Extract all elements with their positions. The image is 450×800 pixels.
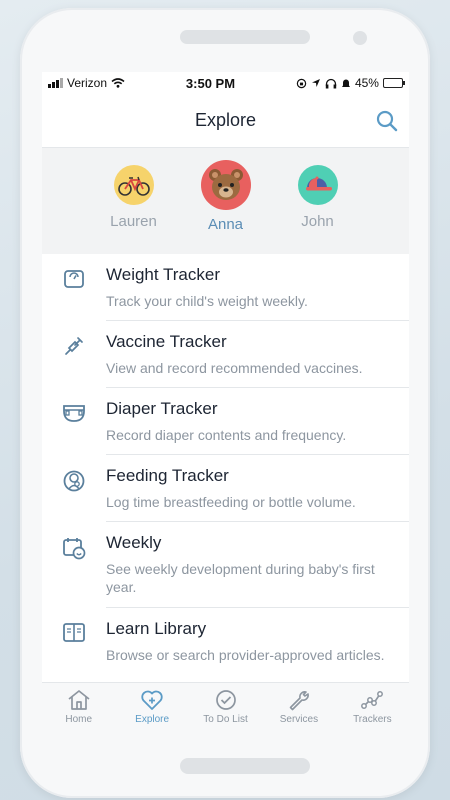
list-item-feeding-tracker[interactable]: Feeding Tracker Log time breastfeeding o… (42, 455, 409, 522)
tab-trackers[interactable]: Trackers (336, 683, 409, 732)
tab-home[interactable]: Home (42, 683, 115, 732)
tab-label: Explore (135, 714, 170, 725)
wrench-icon (289, 691, 309, 711)
page-title: Explore (194, 110, 257, 130)
tab-label: Services (279, 714, 319, 725)
item-description: Track your child's weight weekly. (106, 293, 308, 309)
list-item-vaccine-tracker[interactable]: Vaccine Tracker View and record recommen… (42, 321, 409, 388)
profile-name: Anna (207, 216, 244, 233)
battery-percent: 45% (354, 76, 379, 90)
profile-lauren[interactable]: Lauren (96, 160, 172, 254)
wifi-icon (111, 78, 125, 88)
bottom-tab-bar: Home Explore To Do List Services Tracker… (42, 682, 409, 732)
heart-plus-icon (141, 690, 163, 710)
bear-icon (208, 169, 243, 200)
item-description: View and record recommended vaccines. (106, 360, 363, 376)
home-icon (68, 690, 90, 710)
avatar (200, 160, 251, 210)
search-icon[interactable] (375, 109, 399, 133)
alarm-icon (341, 79, 350, 87)
item-description: Log time breastfeeding or bottle volume. (106, 494, 356, 510)
check-circle-icon (215, 690, 236, 710)
location-icon (311, 79, 320, 87)
diaper-icon (63, 405, 85, 422)
headphones-icon (325, 78, 337, 88)
item-title: Learn Library (106, 619, 207, 638)
avatar (113, 165, 154, 205)
scale-icon (64, 270, 84, 288)
signal-icon (48, 78, 63, 88)
phone-home-button[interactable] (180, 758, 310, 774)
list-item-weight-tracker[interactable]: Weight Tracker Track your child's weight… (42, 254, 409, 321)
tab-label: To Do List (203, 714, 248, 725)
tab-services[interactable]: Services (262, 683, 335, 732)
status-bar: Verizon 3:50 PM 45% (42, 72, 409, 94)
page-header: Explore (42, 94, 409, 148)
rotation-lock-icon (296, 78, 307, 88)
bicycle-icon (117, 176, 150, 196)
profile-name: Lauren (110, 213, 157, 230)
phone-camera (353, 31, 367, 45)
item-title: Weekly (106, 533, 162, 552)
cap-icon (305, 176, 332, 191)
bottle-icon (63, 470, 85, 492)
trend-icon (361, 691, 384, 709)
list-item-diaper-tracker[interactable]: Diaper Tracker Record diaper contents an… (42, 388, 409, 455)
app-screen: Verizon 3:50 PM 45% Explore Lauren Anna … (42, 72, 409, 732)
book-icon (63, 623, 85, 642)
battery-icon (382, 78, 405, 88)
list-item-weekly[interactable]: Weekly See weekly development during bab… (42, 522, 409, 608)
profile-name: John (301, 213, 334, 230)
status-time: 3:50 PM (185, 75, 236, 91)
child-profile-selector: Lauren Anna John (42, 148, 409, 254)
item-description: See weekly development during baby's fir… (106, 561, 375, 595)
carrier-label: Verizon (67, 76, 108, 90)
calendar-smile-icon (63, 538, 86, 560)
avatar (297, 165, 338, 205)
item-title: Diaper Tracker (106, 399, 218, 418)
item-title: Weight Tracker (106, 265, 221, 284)
item-description: Record diaper contents and frequency. (106, 427, 347, 443)
item-title: Feeding Tracker (106, 466, 229, 485)
tab-to-do-list[interactable]: To Do List (189, 683, 262, 732)
tracker-list: Weight Tracker Track your child's weight… (42, 254, 409, 694)
tab-explore[interactable]: Explore (115, 683, 188, 732)
syringe-icon (65, 337, 83, 355)
phone-speaker (180, 30, 310, 44)
tab-label: Home (65, 714, 93, 725)
item-title: Vaccine Tracker (106, 332, 227, 351)
tab-label: Trackers (353, 714, 392, 725)
item-description: Browse or search provider-approved artic… (106, 647, 385, 663)
profile-anna[interactable]: Anna (188, 160, 264, 254)
profile-john[interactable]: John (280, 160, 356, 254)
